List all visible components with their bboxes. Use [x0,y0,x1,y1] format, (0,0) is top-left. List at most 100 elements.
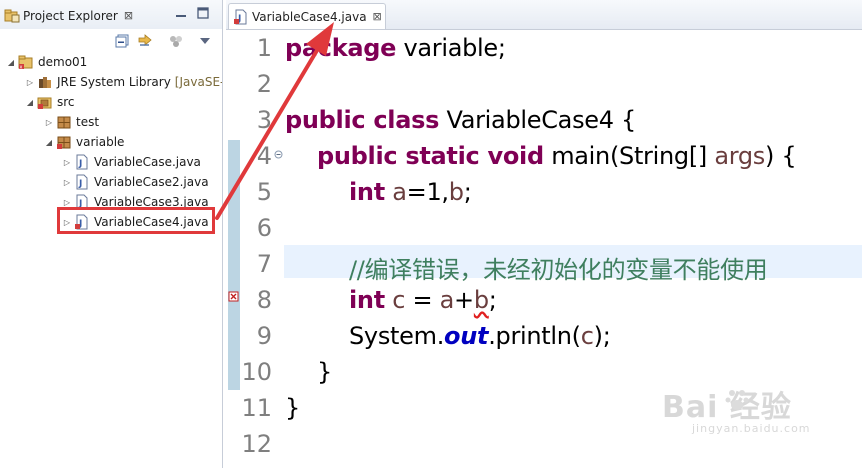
collapsed-arrow-icon[interactable]: ▷ [62,178,72,187]
tree-item-demo01[interactable]: ◢ x demo01 [6,52,87,72]
line-number: 7 [256,250,272,278]
code-token: ; [488,286,497,314]
code-line-7: //编译错误，未经初始化的变量不能使用 [349,250,768,285]
line-number: 1 [256,34,272,62]
collapsed-arrow-icon[interactable]: ▷ [62,198,72,207]
java-file-error-icon: J [234,9,247,24]
expanded-arrow-icon[interactable]: ◢ [44,138,54,147]
code-line-5: int a=1,b; [349,178,472,206]
project-explorer-title: Project Explorer [23,8,118,23]
field-token: out [444,322,489,350]
editor-tab-bar: J VariableCase4.java ⊠ [226,0,862,30]
code-token: } [285,394,300,422]
project-icon: x [18,55,33,71]
keyword-token: int [349,178,385,206]
keyword-token: package [285,34,397,62]
code-token: =1, [406,178,449,206]
comment-token: //编译错误，未经初始化的变量不能使用 [349,256,768,284]
collapse-all-icon[interactable] [115,33,131,49]
svg-text:x: x [20,65,23,71]
line-number: 8 [256,286,272,314]
code-line-3: public class VariableCase4 { [285,106,636,134]
tree-item-jre-library[interactable]: ▷ JRE System Library [JavaSE- [25,72,223,92]
collapsed-arrow-icon[interactable]: ▷ [25,78,35,87]
code-token: + [454,286,474,314]
close-explorer-icon[interactable]: ⊠ [124,9,133,22]
keyword-token: public class [285,106,440,134]
tree-label: test [76,115,100,129]
variable-token: c [580,322,594,350]
view-menu-icon[interactable] [197,33,213,49]
expanded-arrow-icon[interactable]: ◢ [25,98,35,107]
line-number: 3 [256,106,272,134]
keyword-token: public static void [317,142,544,170]
java-file-icon: J [76,154,88,170]
code-line-9: System.out.println(c); [349,322,611,350]
tree-item-variable[interactable]: ◢ variable [44,132,124,152]
code-line-1: package variable; [285,34,506,62]
line-number: 2 [256,70,272,98]
variable-token: b [448,178,464,206]
tree-label: JRE System Library [57,75,171,89]
variable-token: args [714,142,766,170]
code-token: VariableCase4 { [439,106,637,134]
tree-item-variablecase2[interactable]: ▷ J VariableCase2.java [62,172,209,192]
variable-token: a [392,178,407,206]
line-number: 11 [241,394,272,422]
svg-text:J: J [78,179,82,189]
variable-token: c [392,286,406,314]
tree-label: variable [76,135,125,149]
code-token: } [317,358,332,386]
collapsed-arrow-icon[interactable]: ▷ [62,158,72,167]
editor-tab-variablecase4[interactable]: J VariableCase4.java ⊠ [228,3,386,29]
line-number: 4 [256,142,272,170]
error-variable-token[interactable]: b [474,286,489,314]
tree-item-variablecase[interactable]: ▷ J VariableCase.java [62,152,201,172]
library-icon [39,77,51,88]
code-token: ; [463,178,472,206]
package-icon [57,116,71,129]
maximize-icon[interactable] [196,6,210,20]
code-token: ) { [765,142,797,170]
tree-item-src[interactable]: ◢ src [25,92,75,112]
project-explorer-panel: Project Explorer ⊠ ◢ x demo01 ▷ JRE Syst… [0,0,223,468]
code-line-4: public static void main(String[] args) { [317,142,797,170]
line-number: 12 [241,430,272,458]
code-line-11: } [285,394,300,422]
code-token: ); [593,322,611,350]
java-file-icon: J [76,174,88,190]
tree-label: VariableCase2.java [94,175,209,189]
java-editor: J VariableCase4.java ⊠ 1 2 3 4 5 6 7 8 9… [226,0,862,468]
tree-item-test[interactable]: ▷ test [44,112,99,132]
keyword-token: int [349,286,385,314]
minimize-icon[interactable] [174,6,188,20]
explorer-toolbar [0,29,222,53]
tree-label: src [57,95,75,109]
line-number: 9 [256,322,272,350]
expanded-arrow-icon[interactable]: ◢ [6,58,16,67]
source-folder-icon [37,97,52,109]
code-token: System. [349,322,445,350]
line-number: 5 [256,178,272,206]
focus-on-task-icon[interactable] [168,33,184,49]
highlight-annotation-box [57,207,215,234]
tree-label: VariableCase.java [94,155,201,169]
variable-token: a [439,286,455,314]
tree-label-suffix: [JavaSE- [174,75,223,89]
collapsed-arrow-icon[interactable]: ▷ [44,118,54,127]
editor-tab-label: VariableCase4.java [252,9,367,24]
code-line-8: int c = a+b; [349,286,497,314]
close-tab-icon[interactable]: ⊠ [373,10,382,23]
link-with-editor-icon[interactable] [137,33,153,49]
package-icon [57,136,71,149]
tree-label: demo01 [38,55,88,69]
project-explorer-icon [4,9,20,22]
code-token: .println( [488,322,581,350]
svg-text:J: J [78,159,82,169]
line-number: 6 [256,214,272,242]
code-token: main(String[] [543,142,715,170]
code-area[interactable]: 1 2 3 4 5 6 7 8 9 10 11 12 package varia… [226,34,862,468]
project-explorer-tab[interactable]: Project Explorer ⊠ [0,2,140,29]
explorer-tab-bar: Project Explorer ⊠ [0,0,222,29]
code-token: = [405,286,440,314]
